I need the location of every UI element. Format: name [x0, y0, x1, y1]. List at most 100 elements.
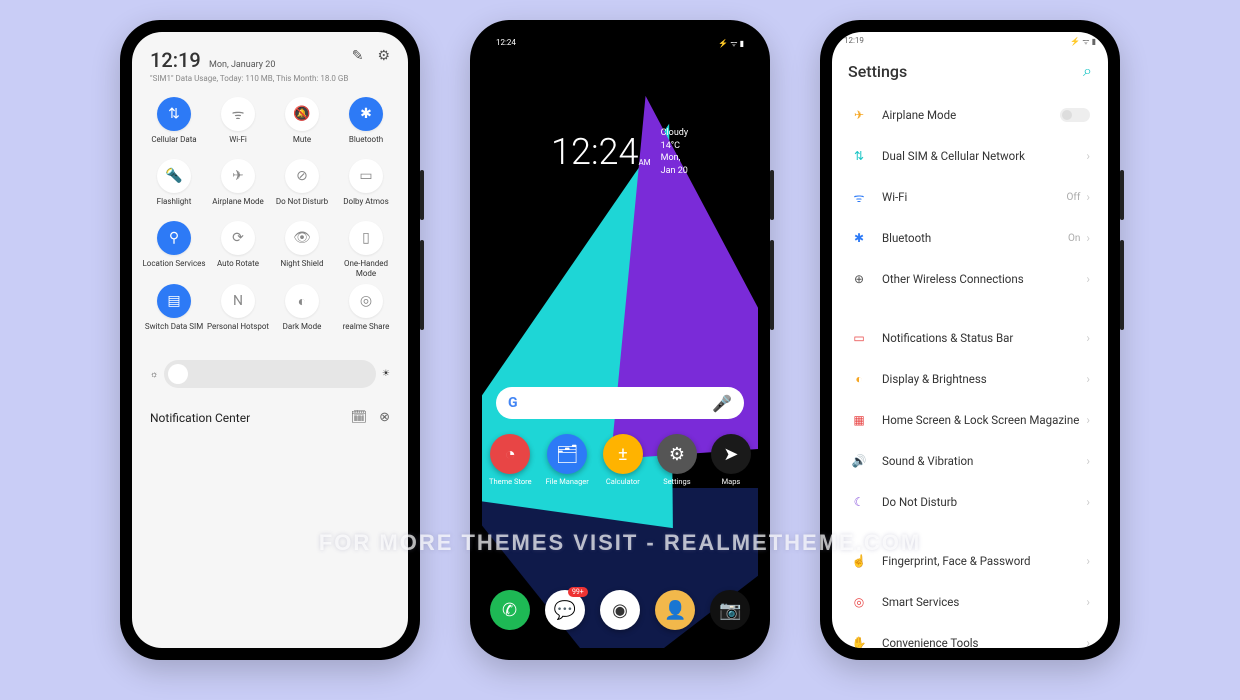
settings-row-label: Wi-Fi [882, 190, 1067, 204]
app-maps[interactable]: ➤Maps [711, 434, 751, 486]
qs-toggle-label: Airplane Mode [212, 197, 264, 215]
qs-toggle-auto-rotate[interactable]: ⟳Auto Rotate [206, 221, 270, 278]
qs-toggle-label: Cellular Data [151, 135, 196, 153]
calendar-icon[interactable]: 🗓 [351, 410, 368, 425]
edit-icon[interactable]: ✎ [352, 48, 364, 64]
qs-toggle-mute[interactable]: 🔕Mute [270, 97, 334, 153]
app-dock[interactable]: 💬99+ [545, 590, 585, 630]
app-icon: ◉ [600, 590, 640, 630]
settings-row-notifications-status-bar[interactable]: ▭ Notifications & Status Bar› [840, 318, 1100, 359]
app-label: Settings [663, 477, 690, 486]
app-label: Theme Store [489, 477, 532, 486]
phone-home-screen: 12:24 ⚡ ᯤ ▮ 12:24 AM Cloudy 14°C Mon, Ja… [470, 20, 770, 660]
settings-row-icon: ▦ [850, 411, 868, 429]
phone-quick-settings: 12:19 Mon, January 20 "SIM1" Data Usage,… [120, 20, 420, 660]
settings-row-bluetooth[interactable]: ✱BluetoothOn› [840, 218, 1100, 259]
app-dock[interactable]: ✆ [490, 590, 530, 630]
phone-settings-app: 12:19 ⚡ ᯤ ▮ Settings ⌕ ✈Airplane Mode⇅Du… [820, 20, 1120, 660]
app-icon: 👤 [655, 590, 695, 630]
qs-toggle-do-not-disturb[interactable]: ⊘Do Not Disturb [270, 159, 334, 215]
chevron-right-icon: › [1086, 413, 1090, 427]
qs-toggle-icon: ▤ [157, 284, 191, 318]
settings-row-other-wireless-connections[interactable]: ⊕Other Wireless Connections› [840, 259, 1100, 300]
settings-row-icon: ☾ [850, 493, 868, 511]
chevron-right-icon: › [1086, 331, 1090, 345]
app-icon: 💬99+ [545, 590, 585, 630]
settings-row-dual-sim-cellular-network[interactable]: ⇅Dual SIM & Cellular Network› [840, 136, 1100, 177]
qs-toggle-realme-share[interactable]: ◎ realme Share [334, 284, 398, 340]
qs-toggle-flashlight[interactable]: 🔦 Flashlight [142, 159, 206, 215]
settings-row-label: Other Wireless Connections [882, 272, 1086, 286]
qs-toggle-label: Flashlight [157, 197, 192, 215]
qs-toggle-dark-mode[interactable]: ◐Dark Mode [270, 284, 334, 340]
qs-toggle-cellular-data[interactable]: ⇅Cellular Data [142, 97, 206, 153]
home-clock-ampm: AM [638, 158, 650, 173]
qs-toggle-personal-hotspot[interactable]: N Personal Hotspot [206, 284, 270, 340]
qs-toggle-location-services[interactable]: ⚲Location Services [142, 221, 206, 278]
qs-toggle-switch-data-sim[interactable]: ▤Switch Data SIM [142, 284, 206, 340]
settings-row-smart-services[interactable]: ◎Smart Services› [840, 582, 1100, 623]
qs-toggle-bluetooth[interactable]: ✱ Bluetooth [334, 97, 398, 153]
settings-row-label: Notifications & Status Bar [882, 331, 1086, 345]
status-time: 12:24 [496, 38, 516, 49]
qs-toggle-label: realme Share [343, 322, 390, 340]
notification-center-title: Notification Center [150, 411, 250, 425]
qs-toggle-one-handed-mode[interactable]: ▯One-Handed Mode [334, 221, 398, 278]
toggle-switch[interactable] [1060, 108, 1090, 122]
app-dock[interactable]: 📷 [710, 590, 750, 630]
close-icon[interactable]: ⊗ [379, 410, 390, 425]
qs-toggle-icon: ✱ [349, 97, 383, 131]
dock-row: ✆ 💬99+ ◉ 👤 📷 [482, 590, 758, 630]
settings-row-do-not-disturb[interactable]: ☾Do Not Disturb› [840, 482, 1100, 523]
app-theme-store[interactable]: ◔Theme Store [489, 434, 532, 486]
qs-toggle-icon: N [221, 284, 255, 318]
qs-toggle-icon: ᯤ [221, 97, 255, 131]
qs-toggle-label: Wi-Fi [229, 135, 247, 153]
qs-toggle-icon: ◎ [349, 284, 383, 318]
app-dock[interactable]: ◉ [600, 590, 640, 630]
settings-row-convenience-tools[interactable]: ✋Convenience Tools› [840, 623, 1100, 648]
settings-row-sound-vibration[interactable]: 🔊Sound & Vibration› [840, 441, 1100, 482]
app-settings[interactable]: ⚙Settings [657, 434, 697, 486]
qs-toggle-label: Auto Rotate [217, 259, 259, 277]
settings-row-icon: ▭ [850, 329, 868, 347]
qs-toggle-label: Location Services [142, 259, 205, 277]
brightness-slider[interactable]: ☼ ☀ [150, 360, 390, 388]
settings-row-icon: ᯤ [850, 188, 868, 206]
qs-toggle-airplane-mode[interactable]: ✈Airplane Mode [206, 159, 270, 215]
settings-row-airplane-mode[interactable]: ✈Airplane Mode [840, 95, 1100, 136]
app-file-manager[interactable]: 🗂File Manager [546, 434, 589, 486]
qs-toggle-icon: 🔦 [157, 159, 191, 193]
qs-toggle-label: Personal Hotspot [207, 322, 269, 340]
qs-toggle-label: Dark Mode [283, 322, 322, 340]
settings-row-label: Sound & Vibration [882, 454, 1086, 468]
chevron-right-icon: › [1086, 272, 1090, 286]
settings-icon[interactable]: ⚙ [377, 48, 390, 64]
qs-toggle-label: Night Shield [281, 259, 324, 277]
settings-row-label: Dual SIM & Cellular Network [882, 149, 1086, 163]
home-clock-time: 12:24 [551, 131, 638, 173]
settings-row-home-screen-lock-screen-magazine[interactable]: ▦Home Screen & Lock Screen Magazine› [840, 400, 1100, 441]
app-dock[interactable]: 👤 [655, 590, 695, 630]
app-calculator[interactable]: ±Calculator [603, 434, 643, 486]
search-icon[interactable]: ⌕ [1083, 61, 1092, 81]
settings-row-display-brightness[interactable]: ◐Display & Brightness› [840, 359, 1100, 400]
settings-row-fingerprint-face-password[interactable]: ☝Fingerprint, Face & Password› [840, 541, 1100, 582]
qs-toggle-label: Bluetooth [349, 135, 383, 153]
qs-toggle-night-shield[interactable]: 👁Night Shield [270, 221, 334, 278]
google-logo-icon: G [508, 395, 518, 411]
google-search-bar[interactable]: G 🎤 [496, 387, 744, 419]
qs-toggle-icon: 🔕 [285, 97, 319, 131]
status-icons: ⚡ ᯤ ▮ [1070, 36, 1096, 47]
qs-toggle-icon: ▯ [349, 221, 383, 255]
app-label: Maps [722, 477, 741, 486]
app-row-1: ◔Theme Store 🗂File Manager ±Calculator ⚙Set… [482, 434, 758, 486]
qs-toggle-wi-fi[interactable]: ᯤ Wi-Fi [206, 97, 270, 153]
chevron-right-icon: › [1086, 190, 1090, 204]
voice-search-icon[interactable]: 🎤 [712, 394, 732, 413]
settings-title: Settings [848, 62, 907, 81]
qs-toggle-dolby-atmos[interactable]: ▭Dolby Atmos [334, 159, 398, 215]
settings-row-icon: 🔊 [850, 452, 868, 470]
settings-row-wi-fi[interactable]: ᯤWi-FiOff› [840, 177, 1100, 218]
settings-row-icon: ☝ [850, 552, 868, 570]
